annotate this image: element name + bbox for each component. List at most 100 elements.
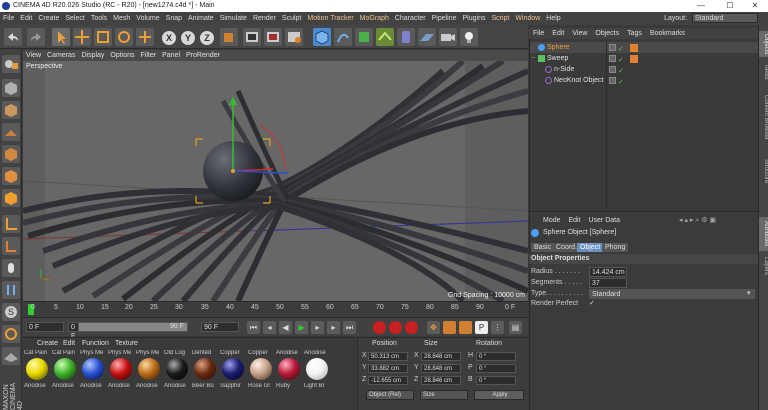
autokeying-icon[interactable] [389,321,402,334]
attribute-menu-edit[interactable]: Edit [568,217,580,224]
axis-mode-icon[interactable] [2,215,20,233]
x-axis-lock-button[interactable]: X [162,31,176,45]
cube-object-icon[interactable] [313,28,331,46]
camera-icon[interactable] [439,28,457,46]
key-position-icon[interactable]: ✥ [427,321,440,334]
menu-create[interactable]: Create [35,12,62,25]
go-to-start-icon[interactable]: ⏮ [247,321,260,334]
type-dropdown[interactable]: Standard [589,289,755,299]
enabled-check-icon[interactable]: ✓ [618,55,625,64]
move-icon[interactable] [73,28,91,46]
tab-object[interactable]: Object [577,243,604,252]
radius-field[interactable]: 14.424 cm [589,267,627,277]
right-tab-objects[interactable]: Objects [759,31,768,57]
menu-character[interactable]: Character [392,12,429,25]
next-key-icon[interactable]: ▸ [327,321,340,334]
model-mode-icon[interactable] [2,79,20,97]
keyframe-selection-icon[interactable] [405,321,418,334]
tab-basic[interactable]: Basic [531,243,555,252]
viewport-menu-display[interactable]: Display [78,50,107,61]
objects-menu-tags[interactable]: Tags [623,28,646,39]
tab-coord[interactable]: Coord. [553,243,581,252]
objects-menu-bookmarks[interactable]: Bookmarks [646,28,689,39]
layout-dropdown[interactable]: Standard [692,13,758,23]
material-swatch[interactable]: Dented Beer Bo [192,350,218,398]
rot-h-field[interactable]: 0 ° [476,352,516,361]
enabled-check-icon[interactable]: ✓ [618,66,625,75]
key-point-level-icon[interactable]: ⋮ [491,321,504,334]
viewport-menu-filter[interactable]: Filter [138,50,160,61]
preview-end-field[interactable]: 90 F [168,322,190,332]
light-icon[interactable] [460,28,478,46]
objects-menu-view[interactable]: View [568,28,591,39]
menu-snap[interactable]: Snap [163,12,185,25]
menu-select[interactable]: Select [62,12,87,25]
maximize-button[interactable]: ☐ [719,0,741,12]
lock-workplane-icon[interactable] [2,325,20,343]
material-swatch[interactable]: Old Log Anodise [164,350,190,398]
visibility-toggle[interactable] [609,44,616,51]
record-keys-icon[interactable] [373,321,386,334]
menu-window[interactable]: Window [512,12,543,25]
viewport-menu-view[interactable]: View [23,50,44,61]
menu-animate[interactable]: Animate [185,12,217,25]
menu-edit[interactable]: Edit [17,12,35,25]
visibility-toggle[interactable] [609,66,616,73]
edges-mode-icon[interactable] [2,167,20,185]
timeline-ruler[interactable]: 0 5 10 15 20 25 30 35 40 45 50 55 60 65 … [23,301,528,317]
right-tab-attributes[interactable]: Attributes [759,217,768,251]
viewport-menu-cameras[interactable]: Cameras [44,50,78,61]
rot-p-field[interactable]: 0 ° [476,364,516,373]
snap-icon[interactable] [2,259,20,277]
pos-z-field[interactable]: -12.655 cm [368,376,408,385]
texture-mode-icon[interactable] [2,101,20,119]
segments-field[interactable]: 37 [589,278,627,288]
render-settings-icon[interactable] [285,28,303,46]
viewport-menu-prorender[interactable]: ProRender [183,50,223,61]
material-menu-edit[interactable]: Edit [63,339,75,348]
material-swatch[interactable]: Copper Sapphir [220,350,246,398]
play-icon[interactable]: ▶ [295,321,308,334]
soft-selection-icon[interactable]: S [2,303,20,321]
material-swatch[interactable]: Anodise Light Br [304,350,330,398]
sculpt-icon[interactable] [2,281,20,299]
enabled-check-icon[interactable]: ✓ [618,44,625,53]
size-z-field[interactable]: 28.846 cm [421,376,461,385]
menu-sculpt[interactable]: Sculpt [279,12,304,25]
menu-script[interactable]: Script [488,12,512,25]
material-swatch[interactable]: Phys Me Anodise [80,350,106,398]
current-frame-field[interactable]: 0 F [26,322,64,332]
menu-motion-tracker[interactable]: Motion Tracker [304,12,356,25]
make-editable-icon[interactable] [2,55,20,73]
end-frame-field[interactable]: 90 F [201,322,239,332]
render-view-icon[interactable] [243,28,261,46]
pen-spline-icon[interactable] [334,28,352,46]
menu-file[interactable]: File [0,12,17,25]
object-row-sweep[interactable]: − Sweep ✓ [530,53,758,64]
object-row-n-side[interactable]: n-Side ✓ [530,64,758,75]
material-swatch[interactable]: Cat Pain Anodise [52,350,78,398]
objects-menu-objects[interactable]: Objects [591,28,623,39]
right-tab-layers[interactable]: Layers [759,255,768,277]
coordinate-mode-dropdown[interactable]: Object (Rel) [366,390,414,400]
visibility-toggle[interactable] [609,77,616,84]
key-rotation-icon[interactable] [459,321,472,334]
menu-mesh[interactable]: Mesh [110,12,133,25]
redo-icon[interactable] [27,28,45,46]
next-frame-icon[interactable]: ▸ [311,321,324,334]
previous-frame-icon[interactable]: ◀ [279,321,292,334]
material-swatch[interactable]: Phys Me Anodise [108,350,134,398]
enabled-check-icon[interactable]: ✓ [618,77,625,86]
rotate-icon[interactable] [115,28,133,46]
tweak-mode-icon[interactable] [2,237,20,255]
rot-b-field[interactable]: 0 ° [476,376,516,385]
subdivision-surface-icon[interactable] [355,28,373,46]
material-swatch[interactable]: Copper Rose Gl [248,350,274,398]
previous-key-icon[interactable]: ◂ [263,321,276,334]
size-y-field[interactable]: 28.848 cm [421,364,461,373]
planar-workplane-icon[interactable] [2,347,20,365]
size-mode-dropdown[interactable]: Size [420,390,468,400]
tab-phong[interactable]: Phong [602,243,629,252]
menu-tools[interactable]: Tools [88,12,110,25]
deformer-icon[interactable] [397,28,415,46]
